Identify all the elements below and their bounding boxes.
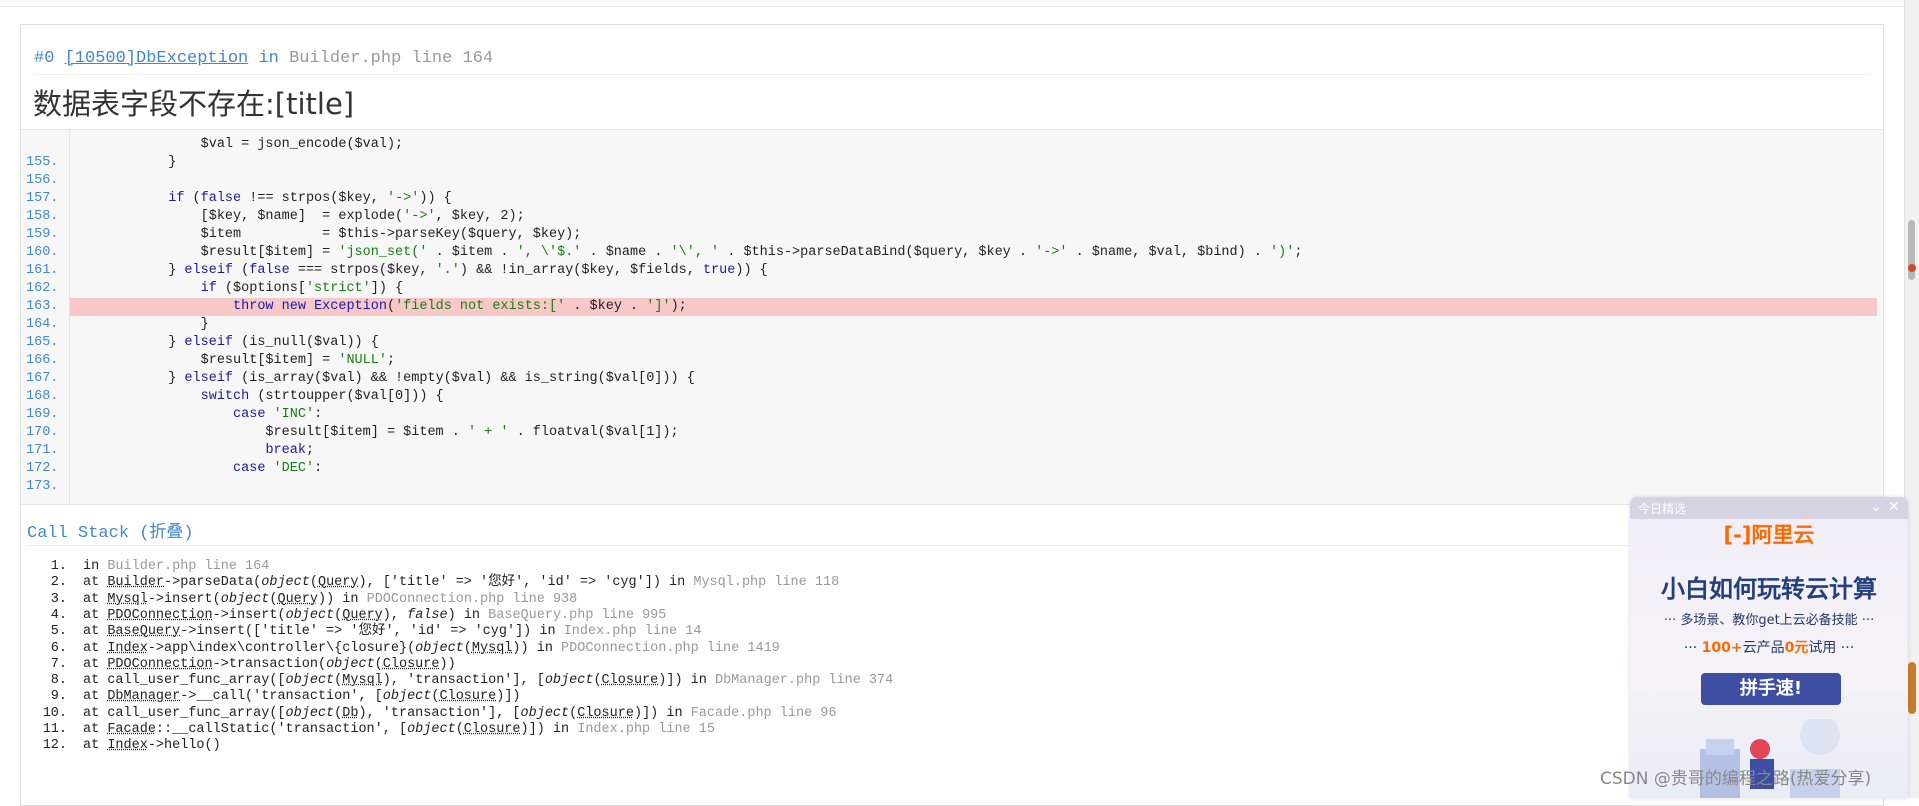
line-number: 171. <box>26 443 59 458</box>
line-number: 155. <box>26 155 59 170</box>
call-stack-file: PDOConnection.php line 1419 <box>561 641 780 656</box>
ad-cta-button[interactable]: 拼手速! <box>1701 673 1841 705</box>
code-line: 155. } <box>21 154 1881 172</box>
ad-tag: 今日精选 <box>1638 502 1687 516</box>
ad-header: 今日精选 ⌄ ✕ <box>1630 497 1908 519</box>
code-text: $result[$item] = 'json_set(' . $item . '… <box>71 245 1303 260</box>
code-text: case 'DEC': <box>233 461 323 476</box>
call-stack-file: BaseQuery.php line 995 <box>488 608 667 623</box>
line-number: 161. <box>26 263 59 278</box>
call-stack-file: DbManager.php line 374 <box>714 673 894 688</box>
call-stack-file: PDOConnection.php line 938 <box>366 592 578 607</box>
exception-file: Builder.php line 164 <box>289 49 494 68</box>
line-number: 172. <box>26 461 59 476</box>
exception-in: in <box>258 49 279 68</box>
code-line: 166. $result[$item] = 'NULL'; <box>21 352 1881 370</box>
call-stack-file: Index.php line 14 <box>563 624 702 639</box>
call-stack-file: Index.php line 15 <box>577 722 715 737</box>
code-line: 162. if ($options['strict']) { <box>21 280 1881 298</box>
ad-offer-prefix: ··· <box>1683 640 1702 656</box>
ad-offer-free: 0元 <box>1784 640 1809 656</box>
line-number: 165. <box>26 335 59 350</box>
code-line: 171. break; <box>21 442 1881 460</box>
ad-offer-count: 100+ <box>1701 640 1743 656</box>
code-text: if ($options['strict']) { <box>200 281 404 296</box>
line-number: 156. <box>26 173 59 188</box>
code-line-error: 163. throw new Exception('fields not exi… <box>21 298 1881 316</box>
line-number: 167. <box>26 371 59 386</box>
line-number: 163. <box>26 299 59 314</box>
line-number: 158. <box>26 209 59 224</box>
code-text: case 'INC': <box>233 407 323 422</box>
line-number: 162. <box>26 281 59 296</box>
line-number: 160. <box>26 245 59 260</box>
ad-title: 小白如何玩转云计算 <box>1661 575 1877 603</box>
code-line: 158. [$key, $name] = explode('->', $key,… <box>21 208 1881 226</box>
line-number: 166. <box>26 353 59 368</box>
scroll-marker-warning <box>1908 662 1916 714</box>
ad-close-icon[interactable]: ✕ <box>1888 499 1900 515</box>
code-text: $item = $this->parseKey($query, $key); <box>71 227 582 242</box>
code-line: 165. } elseif (is_null($val)) { <box>21 334 1881 352</box>
source-code-block: $val = json_encode($val); 155. } 156. 157. … <box>21 129 1883 505</box>
code-line: 172. case 'DEC': <box>21 460 1881 478</box>
scroll-marker-error <box>1908 264 1916 272</box>
code-line: 173. <box>21 478 1881 496</box>
code-text: break; <box>265 443 315 458</box>
watermark: CSDN @贵哥的编程之路(热爱分享) <box>1600 769 1872 789</box>
code-text: } elseif (is_null($val)) { <box>71 335 379 350</box>
call-stack-file: Facade.php line 96 <box>690 706 837 721</box>
code-text: [$key, $name] = explode('->', $key, 2); <box>71 209 525 224</box>
code-text: $val = json_encode($val); <box>71 137 404 152</box>
call-stack-index: 12. <box>42 738 67 753</box>
code-line: 170. $result[$item] = $item . ' + ' . fl… <box>21 424 1881 442</box>
code-text: } elseif (false === strpos($key, '.') &&… <box>71 263 768 278</box>
code-text: } <box>71 155 177 170</box>
code-text: throw new Exception('fields not exists:[… <box>233 299 687 314</box>
code-text: } elseif (is_array($val) && !empty($val)… <box>71 371 695 386</box>
exception-header: #0 [10500]DbException in Builder.php lin… <box>34 49 493 68</box>
code-text: } <box>71 317 209 332</box>
line-number: 159. <box>26 227 59 242</box>
code-line: 159. $item = $this->parseKey($query, $ke… <box>21 226 1881 244</box>
ad-offer-suffix: 试用 ··· <box>1808 640 1855 656</box>
code-line: 169. case 'INC': <box>21 406 1881 424</box>
code-line: $val = json_encode($val); <box>21 136 1881 154</box>
ad-offer-mid: 云产品 <box>1742 640 1785 656</box>
line-number: 164. <box>26 317 59 332</box>
line-number: 169. <box>26 407 59 422</box>
call-stack-toggle[interactable]: Call Stack (折叠) <box>27 517 194 543</box>
call-stack-file: Mysql.php line 118 <box>693 575 840 590</box>
exception-index: #0 <box>34 49 55 68</box>
call-stack-file: Builder.php line 164 <box>107 559 270 574</box>
exception-message: 数据表字段不存在:[title] <box>33 87 355 121</box>
ad-offer: ··· 100+云产品0元试用 ··· <box>1630 637 1908 657</box>
code-line: 157. if (false !== strpos($key, '->')) { <box>21 190 1881 208</box>
line-number: 173. <box>26 479 59 494</box>
call-stack-divider <box>27 545 1871 546</box>
line-number: 157. <box>26 191 59 206</box>
code-text: switch (strtoupper($val[0])) { <box>200 389 444 404</box>
code-line: 161. } elseif (false === strpos($key, '.… <box>21 262 1881 280</box>
call-stack-frame: at Index->hello() <box>83 738 221 753</box>
code-line: 167. } elseif (is_array($val) && !empty(… <box>21 370 1881 388</box>
browser-top-strip <box>0 0 1905 7</box>
header-divider <box>33 74 1871 75</box>
line-number: 170. <box>26 425 59 440</box>
code-text: $result[$item] = $item . ' + ' . floatva… <box>71 425 679 440</box>
code-text: $result[$item] = 'NULL'; <box>71 353 396 368</box>
ad-brand-logo: [-]阿里云 <box>1723 523 1815 547</box>
exception-panel: #0 [10500]DbException in Builder.php lin… <box>20 24 1884 806</box>
exception-class-link[interactable]: [10500]DbException <box>65 49 249 68</box>
code-line: 168. switch (strtoupper($val[0])) { <box>21 388 1881 406</box>
ad-popup[interactable]: 今日精选 ⌄ ✕ [-]阿里云 小白如何玩转云计算 ··· 多场景、教你get上… <box>1630 497 1908 798</box>
code-line: 156. <box>21 172 1881 190</box>
code-line: 160. $result[$item] = 'json_set(' . $ite… <box>21 244 1881 262</box>
ad-collapse-icon[interactable]: ⌄ <box>1870 499 1882 515</box>
line-number: 168. <box>26 389 59 404</box>
code-text: if (false !== strpos($key, '->')) { <box>168 191 452 206</box>
ad-subtitle: ··· 多场景、教你get上云必备技能 ··· <box>1663 613 1875 628</box>
code-line: 164. } <box>21 316 1881 334</box>
